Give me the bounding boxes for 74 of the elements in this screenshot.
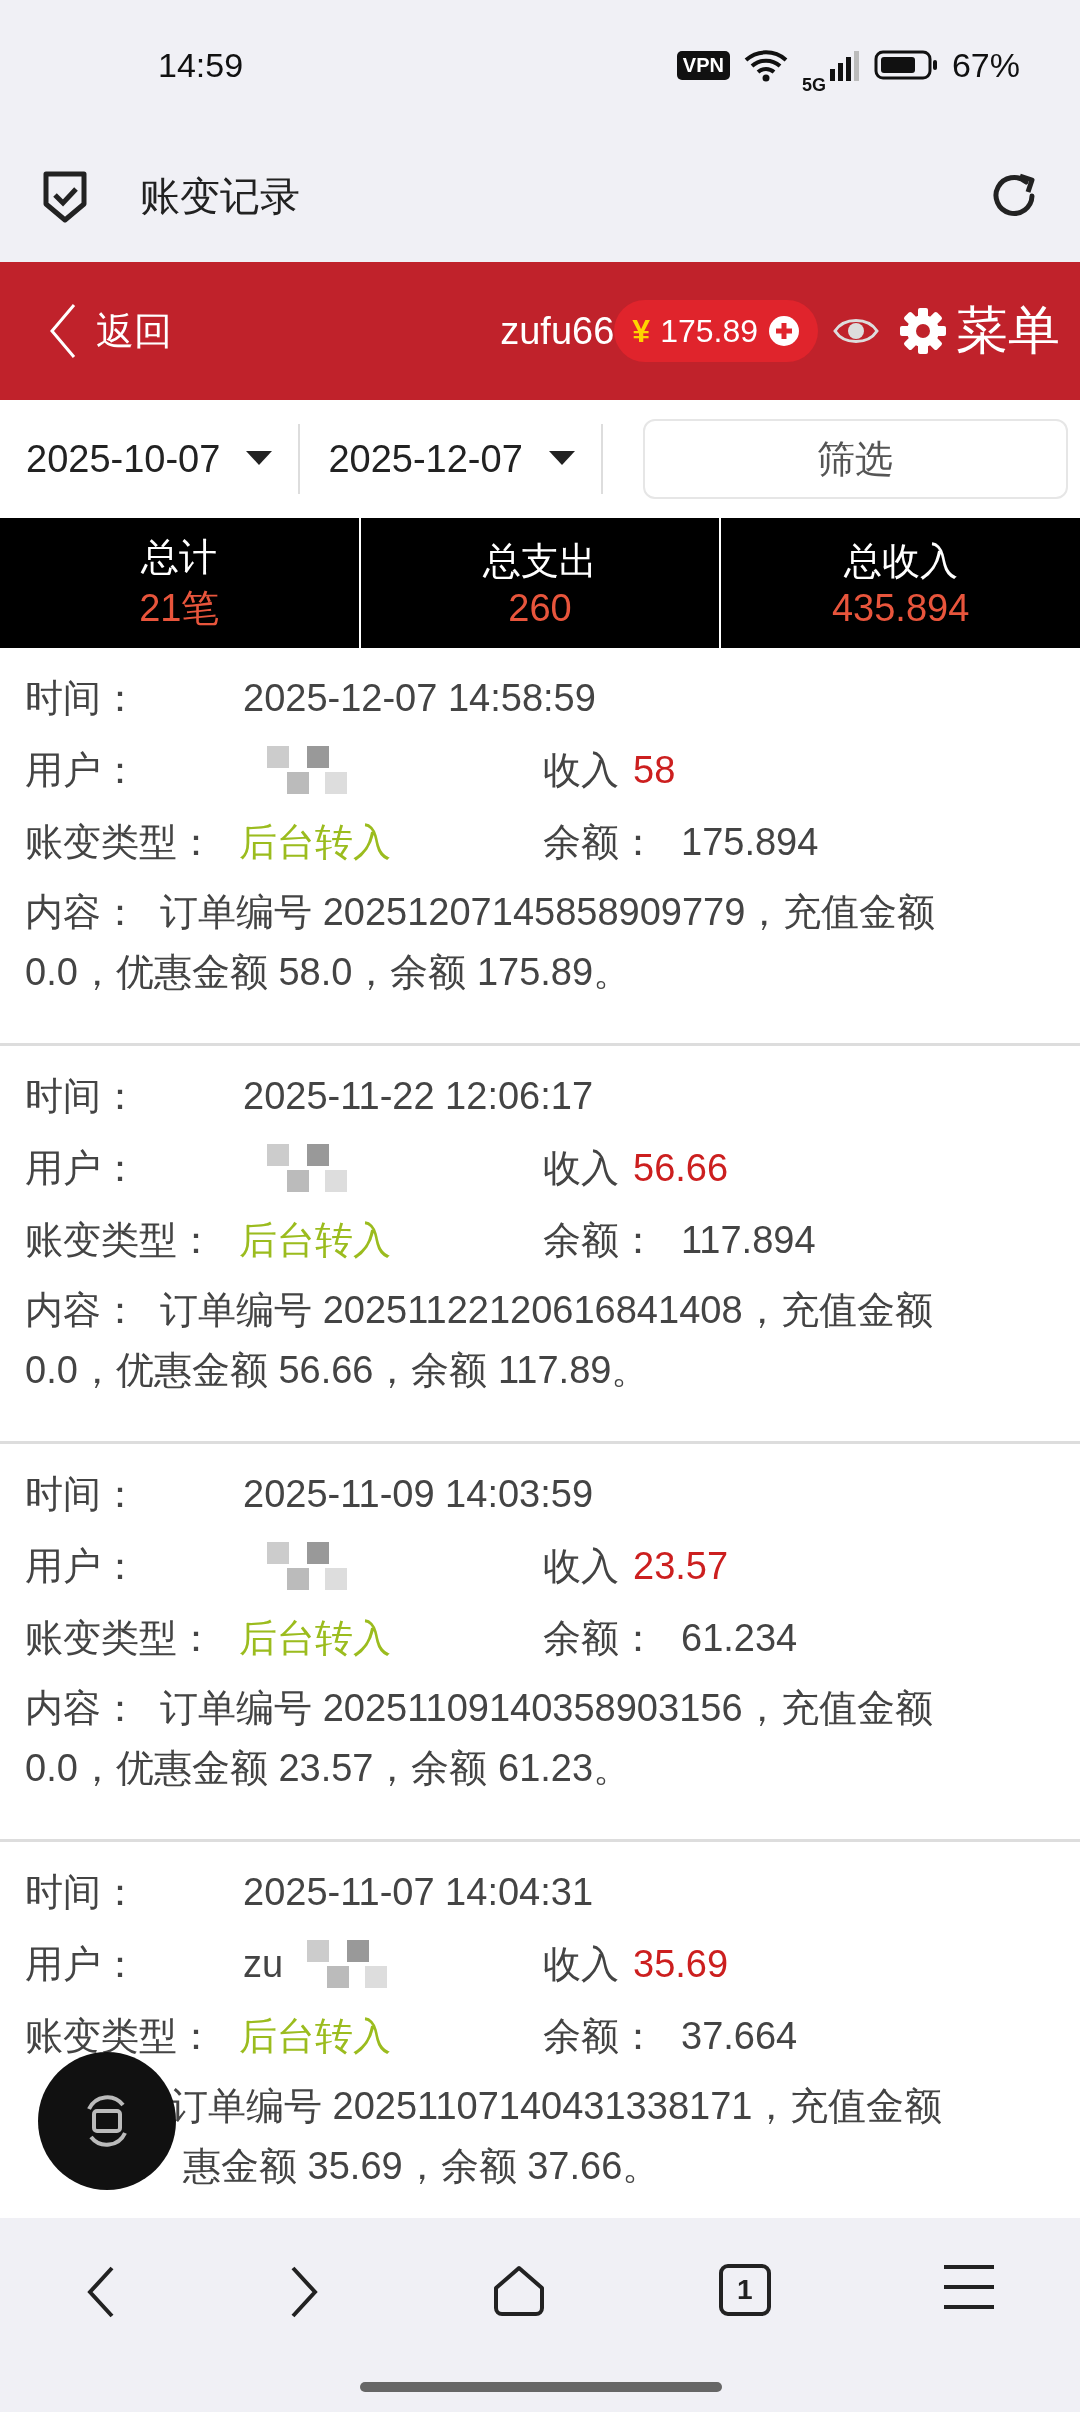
field-label: 用户： (25, 747, 140, 793)
summary-label: 总收入 (843, 539, 958, 584)
chevron-icon (48, 303, 78, 359)
type-value: 后台转入 (239, 2013, 391, 2059)
battery-percent: 67% (951, 45, 1020, 85)
field-label: 收入 (543, 1145, 619, 1191)
summary-label: 总计 (141, 535, 218, 580)
tabs-button[interactable]: 1 (718, 2264, 771, 2316)
field-label: 账变类型： (25, 819, 215, 865)
balance-value: 61.234 (681, 1616, 798, 1660)
field-label: 收入 (543, 747, 619, 793)
menu-icon[interactable] (943, 2264, 994, 2310)
balance-badge[interactable]: ¥ 175.89 (614, 300, 818, 362)
signal-icon (829, 49, 860, 81)
income-value: 23.57 (633, 1544, 729, 1588)
field-label: 时间： (25, 1869, 140, 1915)
field-label: 用户： (25, 1941, 140, 1987)
type-value: 后台转入 (239, 1615, 391, 1661)
field-label: 收入 (543, 1543, 619, 1589)
username: zufu66 (500, 309, 615, 353)
content-text: 惠金额 35.69，余额 37.66。 (183, 2143, 661, 2189)
field-label: 时间： (25, 1073, 140, 1119)
menu-button[interactable]: 菜单 (898, 296, 1060, 366)
summary-value: 21笔 (139, 586, 220, 631)
field-label: 账变类型： (25, 1217, 215, 1263)
income-value: 56.66 (633, 1146, 729, 1190)
field-label: 用户： (25, 1145, 140, 1191)
content-text: 内容： 订单编号 20251122120616841408，充值金额 0.0，优惠金额 56.66，余额 117.89。 (25, 1288, 934, 1393)
forward-icon[interactable] (289, 2264, 320, 2320)
field-label: 收入 (543, 1941, 619, 1987)
summary-value: 260 (508, 587, 572, 630)
balance-value: 117.894 (681, 1218, 816, 1262)
back-link[interactable]: 返回 (48, 303, 501, 359)
plus-icon[interactable] (768, 315, 800, 347)
network-label: 5G (801, 74, 826, 96)
income-value: 35.69 (633, 1942, 729, 1986)
balance-value: 175.894 (681, 820, 819, 864)
summary-label: 总支出 (483, 539, 597, 584)
caret-icon (246, 451, 273, 467)
time-value: 2025-11-07 14:04:31 (243, 1870, 594, 1914)
field-label: 余额： (543, 1615, 657, 1661)
content-text: 内容： 订单编号 20251207145858909779，充值金额 0.0，优惠金额 58.0，余额 175.89。 (25, 890, 937, 995)
gear-icon (898, 306, 948, 356)
balance-value: 37.664 (681, 2014, 798, 2058)
caret-icon (548, 451, 575, 467)
battery-icon (873, 50, 938, 80)
field-label: 余额： (543, 1217, 657, 1263)
balance-amount: 175.89 (660, 312, 758, 350)
home-icon[interactable] (492, 2264, 546, 2318)
start-date-dropdown[interactable]: 2025-10-07 (26, 424, 301, 494)
field-label: 余额： (543, 2013, 657, 2059)
field-label: 账变类型： (25, 1615, 215, 1661)
field-label: 余额： (543, 819, 657, 865)
time-value: 2025-12-07 14:58:59 (243, 676, 596, 720)
summary-value: 435.894 (831, 587, 970, 630)
content-text: 内容： 订单编号 20251109140358903156，充值金额 0.0，优惠金额 23.57，余额 61.23。 (25, 1686, 934, 1791)
page-title: 账变记录 (140, 172, 301, 220)
content-text: 订单编号 20251107140431338171，充值金额 (170, 2083, 943, 2129)
time-value: 2025-11-22 12:06:17 (243, 1074, 594, 1118)
time-value: 2025-11-09 14:03:59 (243, 1472, 594, 1516)
income-value: 58 (633, 748, 676, 792)
field-label: 时间： (25, 1471, 140, 1517)
clock-time: 14:59 (158, 45, 245, 85)
vpn-badge: VPN (676, 50, 730, 80)
filter-button[interactable]: 筛选 (642, 419, 1068, 499)
field-label: 账变类型： (25, 2013, 215, 2059)
currency-symbol: ¥ (632, 312, 651, 350)
wifi-icon (743, 48, 788, 82)
end-date-dropdown[interactable]: 2025-12-07 (300, 424, 603, 494)
type-value: 后台转入 (239, 819, 391, 865)
field-label: 时间： (25, 675, 140, 721)
user-value: zu (243, 1942, 284, 1986)
field-label: 用户： (25, 1543, 140, 1589)
type-value: 后台转入 (239, 1217, 391, 1263)
